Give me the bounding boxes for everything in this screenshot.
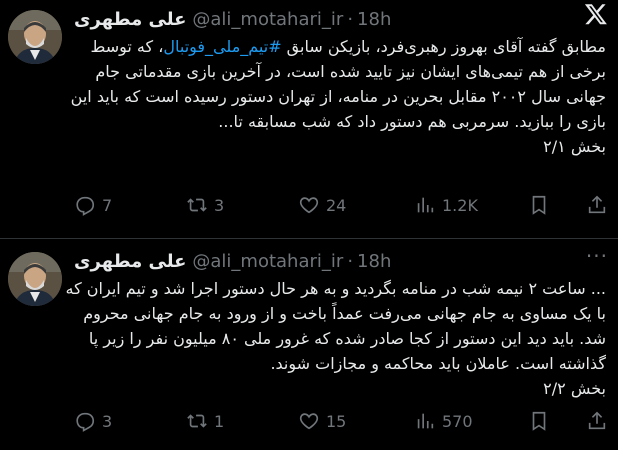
views-count: 570: [442, 411, 473, 431]
like-button[interactable]: 24: [298, 194, 346, 216]
tweet-text: ... ساعت ۲ نیمه شب در منامه بگردید و به …: [62, 276, 606, 401]
avatar[interactable]: [8, 10, 62, 64]
separator: ·: [347, 8, 354, 30]
like-button[interactable]: 15: [298, 410, 346, 432]
timestamp[interactable]: 18h: [357, 251, 391, 272]
views-icon: [417, 197, 434, 213]
retweet-count: 1: [214, 411, 225, 431]
retweet-button[interactable]: 3: [186, 194, 224, 216]
retweet-icon: [187, 198, 207, 212]
tweet[interactable]: علی مطهری @ali_motahari_ir · 18h ··· ...…: [0, 244, 618, 450]
reply-count: 7: [102, 195, 113, 215]
retweet-count: 3: [214, 195, 225, 215]
tweet-header: علی مطهری @ali_motahari_ir · 18h: [74, 6, 610, 32]
thread-part-label: بخش ۲/۲: [543, 379, 606, 398]
reply-button[interactable]: 7: [74, 194, 112, 216]
reply-count: 3: [102, 411, 113, 431]
action-bar: 3 1 15 570: [62, 406, 608, 436]
views-button[interactable]: 570: [414, 410, 473, 432]
views-button[interactable]: 1.2K: [414, 194, 478, 216]
like-count: 15: [326, 411, 347, 431]
author-name[interactable]: علی مطهری: [74, 251, 186, 272]
thread-part-label: بخش ۲/۱: [543, 137, 606, 156]
bookmark-icon: [532, 195, 546, 215]
retweet-button[interactable]: 1: [186, 410, 224, 432]
author-handle[interactable]: @ali_motahari_ir: [192, 251, 343, 272]
more-options-button[interactable]: ···: [586, 244, 608, 268]
timestamp[interactable]: 18h: [357, 9, 391, 30]
share-button[interactable]: [586, 194, 608, 216]
bookmark-icon: [532, 411, 546, 431]
like-count: 24: [326, 195, 347, 215]
share-icon: [588, 411, 606, 430]
x-logo-icon: [584, 4, 607, 25]
reply-button[interactable]: 3: [74, 410, 112, 432]
tweet-text-part: مطابق گفته آقای بهروز رهبری‌فرد، بازیکن …: [281, 37, 606, 56]
reply-icon: [76, 412, 95, 432]
bookmark-button[interactable]: [528, 410, 550, 432]
tweet-divider: [0, 238, 618, 239]
tweet-text-part: ... ساعت ۲ نیمه شب در منامه بگردید و به …: [65, 279, 606, 373]
reply-icon: [76, 196, 95, 216]
hashtag-link[interactable]: #تیم_ملی_فوتبال: [163, 37, 281, 56]
views-count: 1.2K: [442, 195, 478, 215]
share-button[interactable]: [586, 410, 608, 432]
retweet-icon: [187, 414, 207, 428]
heart-icon: [299, 197, 319, 214]
author-handle[interactable]: @ali_motahari_ir: [192, 9, 343, 30]
action-bar: 7 3 24 1.2K: [62, 190, 608, 220]
bookmark-button[interactable]: [528, 194, 550, 216]
tweet[interactable]: علی مطهری @ali_motahari_ir · 18h مطابق گ…: [0, 0, 618, 232]
separator: ·: [347, 250, 354, 272]
views-icon: [417, 413, 434, 429]
share-icon: [588, 195, 606, 214]
author-name[interactable]: علی مطهری: [74, 9, 186, 30]
tweet-header: علی مطهری @ali_motahari_ir · 18h: [74, 248, 610, 274]
avatar[interactable]: [8, 252, 62, 306]
heart-icon: [299, 413, 319, 430]
tweet-text: مطابق گفته آقای بهروز رهبری‌فرد، بازیکن …: [62, 34, 606, 159]
